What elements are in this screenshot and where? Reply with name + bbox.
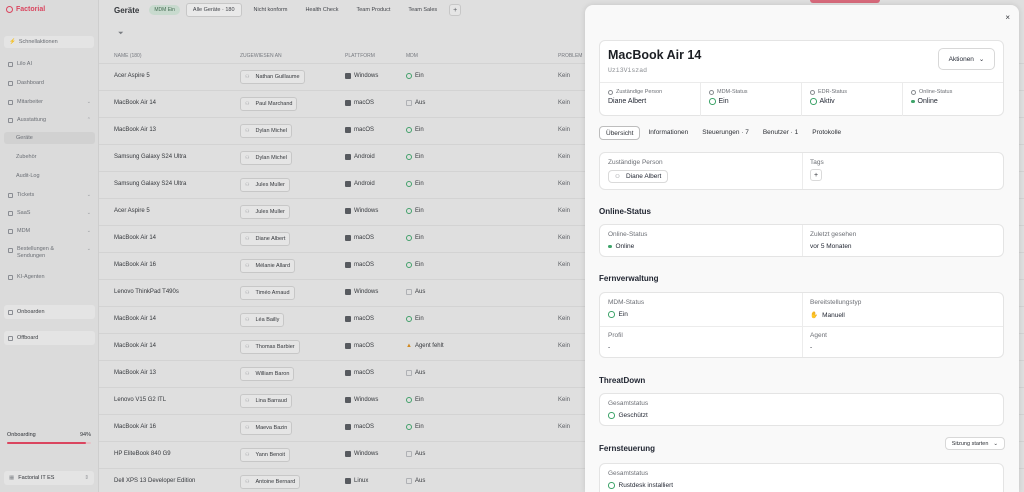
actions-button[interactable]: Aktionen ⌄ — [938, 48, 995, 70]
cloud-icon — [911, 89, 916, 95]
check-circle-icon — [608, 311, 615, 318]
section-title-threatdown: ThreatDown — [599, 376, 646, 385]
shield-icon — [810, 89, 815, 95]
device-stats: Zuständige Person Diane Albert MDM-Statu… — [600, 82, 1003, 116]
start-session-button[interactable]: Sitzung starten ⌄ — [944, 437, 1005, 450]
stat-assigned-person: Zuständige Person Diane Albert — [600, 83, 701, 116]
assigned-person-field: Zuständige Person ⚇ Diane Albert — [608, 159, 669, 183]
online-dot-icon — [911, 99, 915, 104]
device-name: MacBook Air 14 — [608, 48, 702, 62]
chevron-down-icon: ⌄ — [993, 440, 998, 447]
tab-uebersicht[interactable]: Übersicht — [599, 126, 641, 140]
mdm-status-field: MDM-Status Ein — [608, 299, 645, 318]
device-header-card: MacBook Air 14 Uzi3Viszad Aktionen ⌄ Zust… — [599, 40, 1004, 116]
section-title-fernverwaltung: Fernverwaltung — [599, 274, 659, 283]
close-icon[interactable]: × — [1005, 13, 1010, 22]
remote-management-card: MDM-Status Ein Bereitstellungstyp ✋ Manue… — [599, 292, 1004, 358]
stat-online-status: Online-Status Online — [903, 83, 1003, 116]
check-circle-icon — [709, 98, 716, 105]
online-dot-icon — [608, 244, 612, 249]
section-title-fernsteuerung: Fernsteuerung — [599, 444, 656, 453]
online-status-card: Online-Status Online Zuletzt gesehen vor… — [599, 224, 1004, 257]
detail-tabs: Übersicht Informationen Steuerungen · 7 … — [599, 126, 847, 140]
add-tag-button[interactable]: + — [810, 169, 822, 181]
chevron-down-icon: ⌄ — [978, 56, 985, 63]
stat-edr-status: EDR-Status Aktiv — [802, 83, 903, 116]
check-circle-icon — [608, 482, 615, 489]
assignment-card: Zuständige Person ⚇ Diane Albert Tags + — [599, 152, 1004, 190]
tags-field: Tags + — [810, 159, 824, 181]
profile-field: Profil - — [608, 332, 623, 351]
assigned-person-chip[interactable]: ⚇ Diane Albert — [608, 170, 669, 183]
tab-protokolle[interactable]: Protokolle — [806, 126, 847, 140]
check-circle-icon — [608, 412, 615, 419]
section-title-online-status: Online-Status — [599, 207, 652, 216]
hand-icon: ✋ — [810, 312, 819, 319]
tab-informationen[interactable]: Informationen — [642, 126, 694, 140]
threatdown-card: Gesamtstatus Geschützt — [599, 393, 1004, 426]
device-detail-panel: × MacBook Air 14 Uzi3Viszad Aktionen ⌄ Zu… — [585, 5, 1019, 492]
online-status-field: Online-Status Online — [608, 231, 648, 250]
remote-control-card: Gesamtstatus Rustdesk installiert — [599, 463, 1004, 492]
remote-control-status: Gesamtstatus Rustdesk installiert — [608, 470, 674, 489]
provisioning-type-field: Bereitstellungstyp ✋ Manuell — [810, 299, 862, 319]
device-serial: Uzi3Viszad — [608, 67, 648, 74]
tab-benutzer[interactable]: Benutzer · 1 — [757, 126, 804, 140]
threat-overall-status: Gesamtstatus Geschützt — [608, 400, 649, 419]
tab-steuerungen[interactable]: Steuerungen · 7 — [696, 126, 755, 140]
agent-field: Agent - — [810, 332, 827, 351]
stat-mdm-status: MDM-Status Ein — [701, 83, 802, 116]
shield-icon — [709, 89, 714, 95]
person-icon — [608, 89, 613, 95]
person-icon: ⚇ — [615, 173, 620, 180]
last-seen-field: Zuletzt gesehen vor 5 Monaten — [810, 231, 857, 250]
check-circle-icon — [810, 98, 817, 105]
